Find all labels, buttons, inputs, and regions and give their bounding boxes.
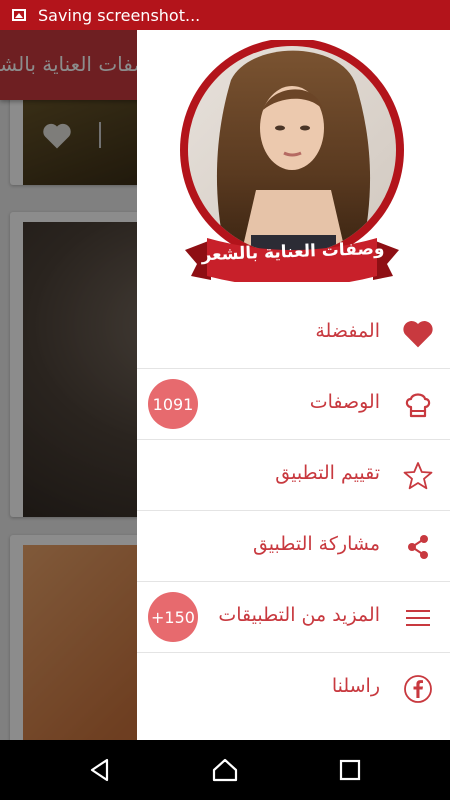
menu-item-contact-us[interactable]: راسلنا xyxy=(137,653,450,723)
menu-item-favorites[interactable]: المفضلة xyxy=(137,298,450,369)
chef-hat-icon xyxy=(405,393,431,418)
menu-item-label: مشاركة التطبيق xyxy=(252,533,380,555)
home-icon[interactable] xyxy=(210,755,240,785)
menu-item-label: الوصفات xyxy=(309,391,380,413)
share-icon xyxy=(408,535,428,559)
star-icon xyxy=(403,462,433,490)
facebook-icon xyxy=(404,675,432,703)
menu-item-label: راسلنا xyxy=(331,675,380,697)
system-navigation-bar xyxy=(0,740,450,800)
drawer-menu: المفضلة الوصفات 1091 تقييم التطبيق مشارك… xyxy=(137,298,450,723)
status-bar: Saving screenshot... xyxy=(0,0,450,30)
status-text: Saving screenshot... xyxy=(38,5,201,25)
menu-item-label: المفضلة xyxy=(315,320,380,342)
heart-icon xyxy=(403,321,433,348)
menu-item-more-apps[interactable]: المزيد من التطبيقات +150 xyxy=(137,582,450,653)
recipes-count-badge: 1091 xyxy=(148,379,198,429)
menu-item-label: المزيد من التطبيقات xyxy=(218,604,380,626)
menu-lines-icon xyxy=(406,610,430,626)
more-apps-count-badge: +150 xyxy=(148,592,198,642)
menu-item-label: تقييم التطبيق xyxy=(275,462,380,484)
back-icon[interactable] xyxy=(85,755,115,785)
menu-item-rate-app[interactable]: تقييم التطبيق xyxy=(137,440,450,511)
drawer-header: وصفات العناية بالشعر xyxy=(137,30,450,298)
recents-icon[interactable] xyxy=(335,755,365,785)
menu-item-share-app[interactable]: مشاركة التطبيق xyxy=(137,511,450,582)
menu-item-recipes[interactable]: الوصفات 1091 xyxy=(137,369,450,440)
navigation-drawer: وصفات العناية بالشعر المفضلة الوصفات 109… xyxy=(137,30,450,740)
image-icon xyxy=(12,9,26,21)
